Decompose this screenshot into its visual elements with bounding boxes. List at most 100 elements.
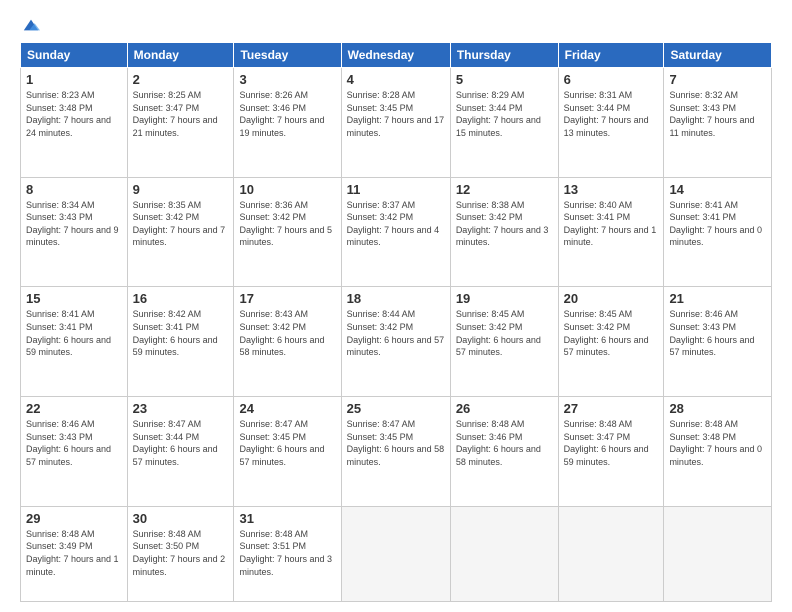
day-cell-3: 3 Sunrise: 8:26 AMSunset: 3:46 PMDaylight…	[234, 68, 341, 178]
week-row-1: 1 Sunrise: 8:23 AMSunset: 3:48 PMDaylight…	[21, 68, 772, 178]
logo	[20, 16, 40, 34]
cell-info: Sunrise: 8:28 AMSunset: 3:45 PMDaylight:…	[347, 90, 445, 138]
day-cell-empty	[450, 506, 558, 601]
day-cell-empty	[558, 506, 664, 601]
day-number: 21	[669, 291, 766, 306]
cell-info: Sunrise: 8:35 AMSunset: 3:42 PMDaylight:…	[133, 200, 226, 248]
day-number: 18	[347, 291, 445, 306]
day-number: 14	[669, 182, 766, 197]
day-cell-21: 21 Sunrise: 8:46 AMSunset: 3:43 PMDayligh…	[664, 287, 772, 397]
day-number: 26	[456, 401, 553, 416]
day-cell-27: 27Sunrise: 8:48 AMSunset: 3:47 PMDayligh…	[558, 397, 664, 507]
day-number: 7	[669, 72, 766, 87]
day-cell-14: 14 Sunrise: 8:41 AMSunset: 3:41 PMDayligh…	[664, 177, 772, 287]
cell-info: Sunrise: 8:47 AMSunset: 3:45 PMDaylight:…	[347, 419, 445, 467]
day-number: 16	[133, 291, 229, 306]
day-cell-empty	[664, 506, 772, 601]
day-header-sunday: Sunday	[21, 43, 128, 68]
cell-info: Sunrise: 8:46 AMSunset: 3:43 PMDaylight:…	[669, 309, 754, 357]
day-cell-12: 12 Sunrise: 8:38 AMSunset: 3:42 PMDayligh…	[450, 177, 558, 287]
day-cell-empty	[341, 506, 450, 601]
cell-info: Sunrise: 8:44 AMSunset: 3:42 PMDaylight:…	[347, 309, 445, 357]
day-cell-23: 23 Sunrise: 8:47 AMSunset: 3:44 PMDayligh…	[127, 397, 234, 507]
day-number: 3	[239, 72, 335, 87]
day-cell-16: 16 Sunrise: 8:42 AMSunset: 3:41 PMDayligh…	[127, 287, 234, 397]
cell-info: Sunrise: 8:48 AMSunset: 3:49 PMDaylight:…	[26, 529, 119, 577]
cell-info: Sunrise: 8:36 AMSunset: 3:42 PMDaylight:…	[239, 200, 332, 248]
logo-icon	[22, 16, 40, 34]
day-number: 19	[456, 291, 553, 306]
day-number: 20	[564, 291, 659, 306]
day-number: 23	[133, 401, 229, 416]
day-cell-13: 13 Sunrise: 8:40 AMSunset: 3:41 PMDayligh…	[558, 177, 664, 287]
day-cell-4: 4 Sunrise: 8:28 AMSunset: 3:45 PMDaylight…	[341, 68, 450, 178]
day-cell-1: 1 Sunrise: 8:23 AMSunset: 3:48 PMDaylight…	[21, 68, 128, 178]
day-cell-22: 22Sunrise: 8:46 AMSunset: 3:43 PMDayligh…	[21, 397, 128, 507]
day-cell-31: 31 Sunrise: 8:48 AMSunset: 3:51 PMDayligh…	[234, 506, 341, 601]
day-number: 5	[456, 72, 553, 87]
day-cell-2: 2 Sunrise: 8:25 AMSunset: 3:47 PMDaylight…	[127, 68, 234, 178]
cell-info: Sunrise: 8:47 AMSunset: 3:45 PMDaylight:…	[239, 419, 324, 467]
cell-info: Sunrise: 8:23 AMSunset: 3:48 PMDaylight:…	[26, 90, 111, 138]
day-number: 30	[133, 511, 229, 526]
cell-info: Sunrise: 8:45 AMSunset: 3:42 PMDaylight:…	[564, 309, 649, 357]
cell-info: Sunrise: 8:31 AMSunset: 3:44 PMDaylight:…	[564, 90, 649, 138]
day-number: 6	[564, 72, 659, 87]
cell-info: Sunrise: 8:41 AMSunset: 3:41 PMDaylight:…	[669, 200, 762, 248]
day-cell-28: 28 Sunrise: 8:48 AMSunset: 3:48 PMDayligh…	[664, 397, 772, 507]
day-header-saturday: Saturday	[664, 43, 772, 68]
page: SundayMondayTuesdayWednesdayThursdayFrid…	[0, 0, 792, 612]
day-number: 17	[239, 291, 335, 306]
day-cell-11: 11 Sunrise: 8:37 AMSunset: 3:42 PMDayligh…	[341, 177, 450, 287]
day-cell-30: 30 Sunrise: 8:48 AMSunset: 3:50 PMDayligh…	[127, 506, 234, 601]
day-cell-6: 6 Sunrise: 8:31 AMSunset: 3:44 PMDaylight…	[558, 68, 664, 178]
cell-info: Sunrise: 8:40 AMSunset: 3:41 PMDaylight:…	[564, 200, 657, 248]
cell-info: Sunrise: 8:42 AMSunset: 3:41 PMDaylight:…	[133, 309, 218, 357]
day-number: 22	[26, 401, 122, 416]
day-number: 27	[564, 401, 659, 416]
cell-info: Sunrise: 8:32 AMSunset: 3:43 PMDaylight:…	[669, 90, 754, 138]
day-number: 10	[239, 182, 335, 197]
day-cell-17: 17 Sunrise: 8:43 AMSunset: 3:42 PMDayligh…	[234, 287, 341, 397]
day-header-monday: Monday	[127, 43, 234, 68]
week-row-3: 15 Sunrise: 8:41 AMSunset: 3:41 PMDayligh…	[21, 287, 772, 397]
cell-info: Sunrise: 8:38 AMSunset: 3:42 PMDaylight:…	[456, 200, 549, 248]
cell-info: Sunrise: 8:48 AMSunset: 3:50 PMDaylight:…	[133, 529, 226, 577]
day-header-friday: Friday	[558, 43, 664, 68]
day-number: 9	[133, 182, 229, 197]
day-number: 11	[347, 182, 445, 197]
day-cell-10: 10 Sunrise: 8:36 AMSunset: 3:42 PMDayligh…	[234, 177, 341, 287]
cell-info: Sunrise: 8:25 AMSunset: 3:47 PMDaylight:…	[133, 90, 218, 138]
day-number: 29	[26, 511, 122, 526]
cell-info: Sunrise: 8:34 AMSunset: 3:43 PMDaylight:…	[26, 200, 119, 248]
day-cell-29: 29 Sunrise: 8:48 AMSunset: 3:49 PMDayligh…	[21, 506, 128, 601]
cell-info: Sunrise: 8:48 AMSunset: 3:48 PMDaylight:…	[669, 419, 762, 467]
day-number: 31	[239, 511, 335, 526]
day-cell-26: 26 Sunrise: 8:48 AMSunset: 3:46 PMDayligh…	[450, 397, 558, 507]
header-row: SundayMondayTuesdayWednesdayThursdayFrid…	[21, 43, 772, 68]
day-number: 1	[26, 72, 122, 87]
calendar-table: SundayMondayTuesdayWednesdayThursdayFrid…	[20, 42, 772, 602]
day-cell-24: 24 Sunrise: 8:47 AMSunset: 3:45 PMDayligh…	[234, 397, 341, 507]
day-number: 13	[564, 182, 659, 197]
day-number: 8	[26, 182, 122, 197]
cell-info: Sunrise: 8:43 AMSunset: 3:42 PMDaylight:…	[239, 309, 324, 357]
day-number: 12	[456, 182, 553, 197]
day-number: 4	[347, 72, 445, 87]
cell-info: Sunrise: 8:48 AMSunset: 3:51 PMDaylight:…	[239, 529, 332, 577]
day-cell-15: 15 Sunrise: 8:41 AMSunset: 3:41 PMDayligh…	[21, 287, 128, 397]
cell-info: Sunrise: 8:48 AMSunset: 3:46 PMDaylight:…	[456, 419, 541, 467]
cell-info: Sunrise: 8:26 AMSunset: 3:46 PMDaylight:…	[239, 90, 324, 138]
day-cell-5: 5Sunrise: 8:29 AMSunset: 3:44 PMDaylight…	[450, 68, 558, 178]
day-cell-7: 7 Sunrise: 8:32 AMSunset: 3:43 PMDaylight…	[664, 68, 772, 178]
cell-info: Sunrise: 8:37 AMSunset: 3:42 PMDaylight:…	[347, 200, 440, 248]
day-number: 2	[133, 72, 229, 87]
day-number: 24	[239, 401, 335, 416]
cell-info: Sunrise: 8:45 AMSunset: 3:42 PMDaylight:…	[456, 309, 541, 357]
day-cell-20: 20 Sunrise: 8:45 AMSunset: 3:42 PMDayligh…	[558, 287, 664, 397]
day-cell-8: 8 Sunrise: 8:34 AMSunset: 3:43 PMDaylight…	[21, 177, 128, 287]
day-number: 15	[26, 291, 122, 306]
cell-info: Sunrise: 8:47 AMSunset: 3:44 PMDaylight:…	[133, 419, 218, 467]
day-number: 28	[669, 401, 766, 416]
cell-info: Sunrise: 8:41 AMSunset: 3:41 PMDaylight:…	[26, 309, 111, 357]
